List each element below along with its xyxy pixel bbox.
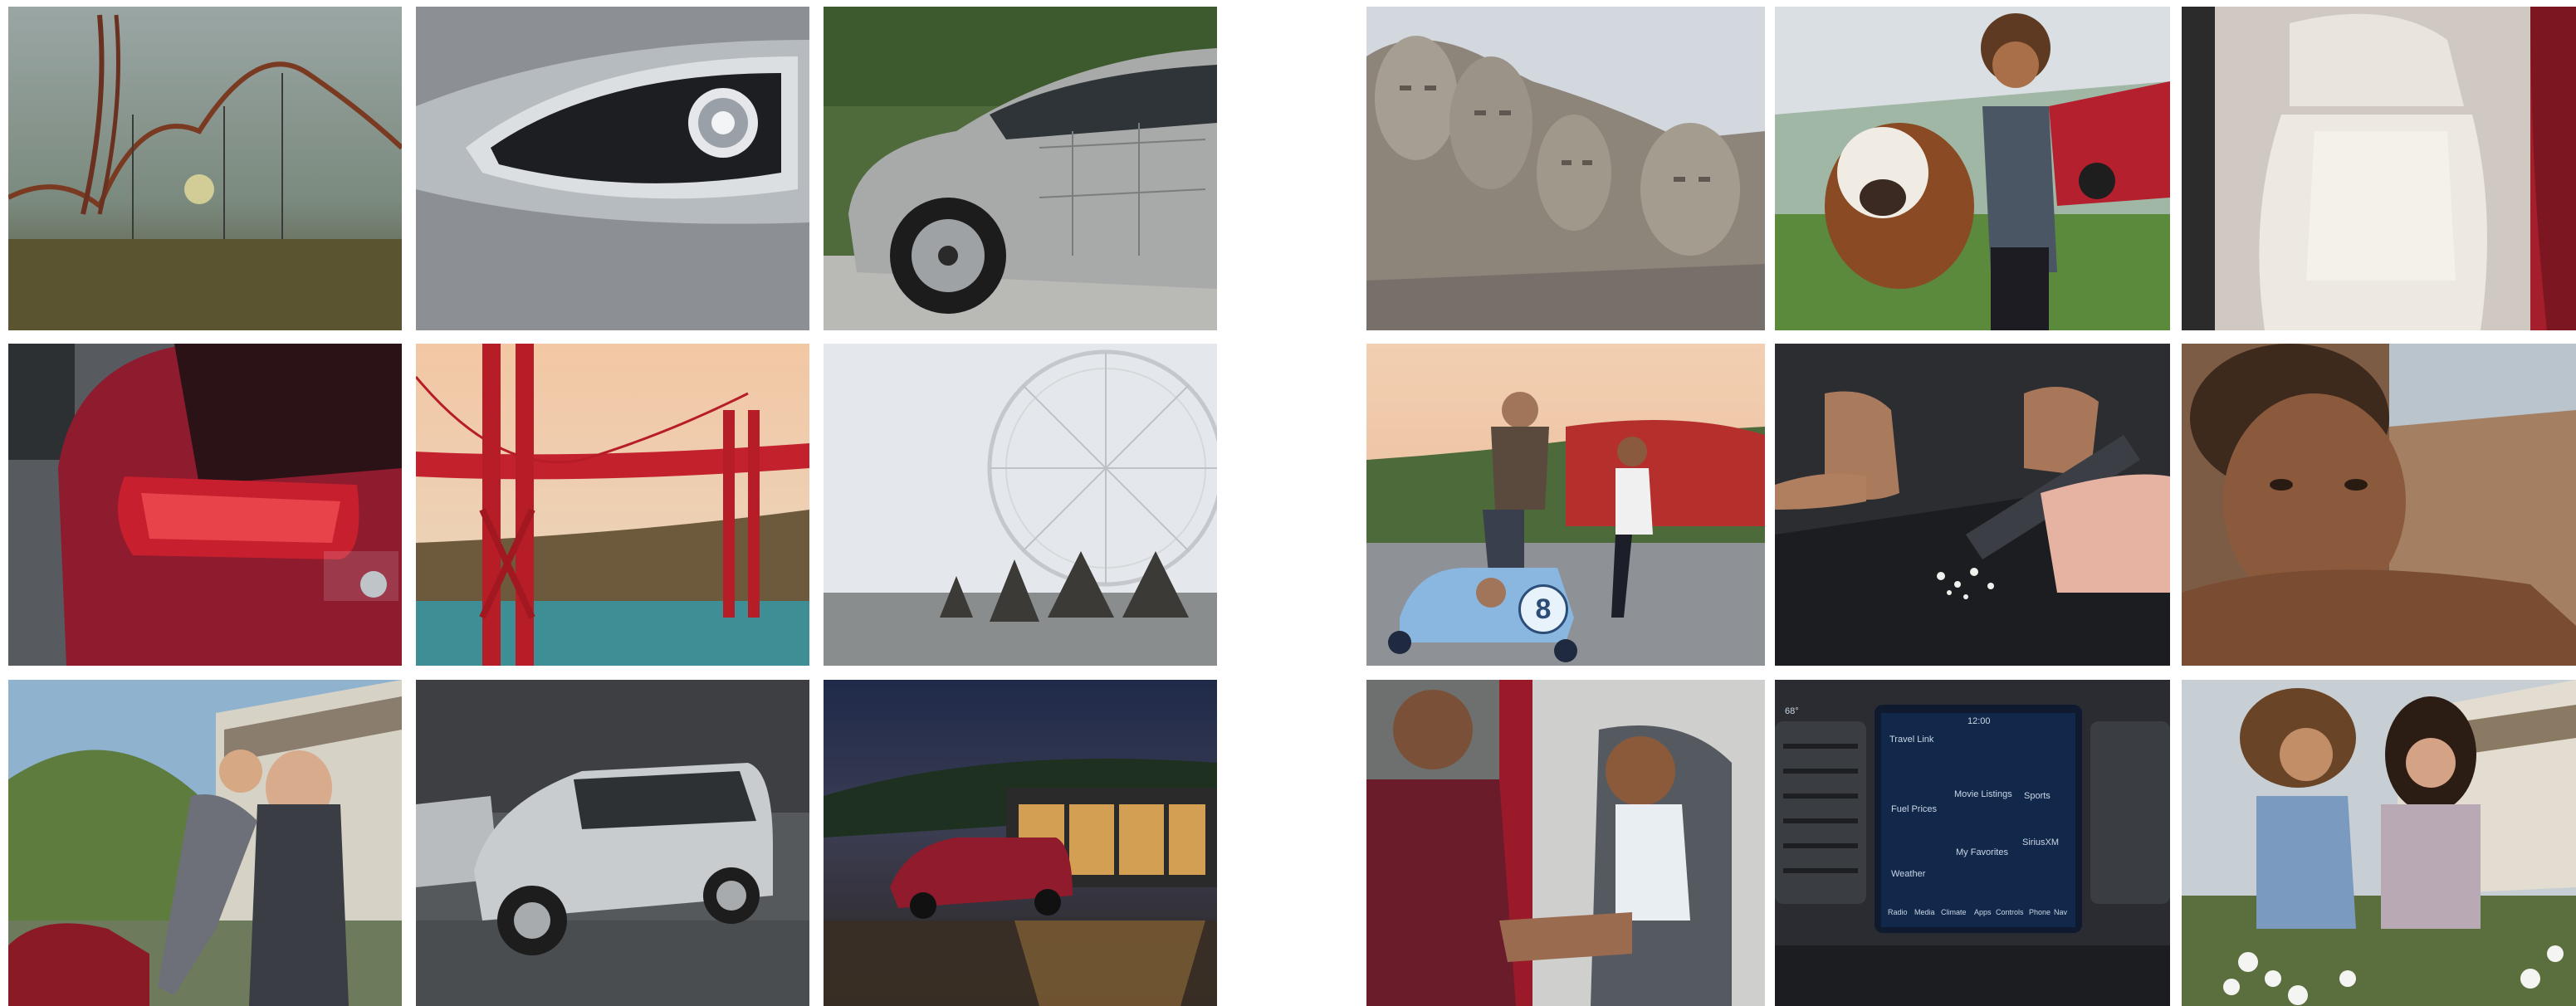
app-weather[interactable]: Weather bbox=[1891, 869, 1925, 879]
soapbox-number: 8 bbox=[1535, 593, 1552, 625]
photo-soapbox-race: 8 bbox=[1366, 344, 1765, 666]
dock-media[interactable]: Media bbox=[1914, 908, 1935, 916]
photo-minivan-seat bbox=[2182, 7, 2576, 330]
dock-phone[interactable]: Phone bbox=[2029, 908, 2051, 916]
dock-climate[interactable]: Climate bbox=[1941, 908, 1967, 916]
photo-golden-gate-bridge bbox=[416, 344, 809, 666]
photo-mother-daughter-gardening bbox=[2182, 680, 2576, 1006]
app-siriusxm[interactable]: SiriusXM bbox=[2022, 838, 2059, 847]
photo-collage: { "collage": { "left_panel": ["roller-co… bbox=[0, 0, 2576, 1006]
photo-minivan-tail-light bbox=[8, 344, 402, 666]
photo-mother-hugging-child bbox=[8, 680, 402, 1006]
app-sports[interactable]: Sports bbox=[2024, 791, 2051, 801]
photo-infotainment-screen: 68° 12:00 Travel Link Fuel Prices Movie … bbox=[1775, 680, 2170, 1006]
dock-controls[interactable]: Controls bbox=[1996, 908, 2024, 916]
screen-app-title: Travel Link bbox=[1889, 735, 1934, 745]
dock-nav[interactable]: Nav bbox=[2054, 908, 2067, 916]
app-my-favorites[interactable]: My Favorites bbox=[1956, 847, 2008, 857]
photo-child-with-dog bbox=[1775, 7, 2170, 330]
soapbox-number-badge: 8 bbox=[1518, 584, 1568, 634]
photo-minivan-city-street bbox=[416, 680, 809, 1006]
app-fuel-prices[interactable]: Fuel Prices bbox=[1891, 804, 1937, 814]
photo-minivan-night-rain bbox=[824, 680, 1217, 1006]
photo-ferris-wheel bbox=[824, 344, 1217, 666]
photo-vacuum-cleaning bbox=[1775, 344, 2170, 666]
photo-minivan-steel-body bbox=[824, 7, 1217, 330]
photo-fog-light bbox=[416, 7, 809, 330]
photo-roller-coaster bbox=[8, 7, 402, 330]
photo-child-portrait bbox=[2182, 344, 2576, 666]
dock-apps[interactable]: Apps bbox=[1974, 908, 1992, 916]
screen-clock: 12:00 bbox=[1967, 716, 1991, 726]
photo-mount-rushmore bbox=[1366, 7, 1765, 330]
app-movie-listings[interactable]: Movie Listings bbox=[1954, 789, 2012, 799]
photo-father-child-car-seat bbox=[1366, 680, 1765, 1006]
dock-radio[interactable]: Radio bbox=[1888, 908, 1908, 916]
screen-temperature: 68° bbox=[1785, 706, 1799, 716]
